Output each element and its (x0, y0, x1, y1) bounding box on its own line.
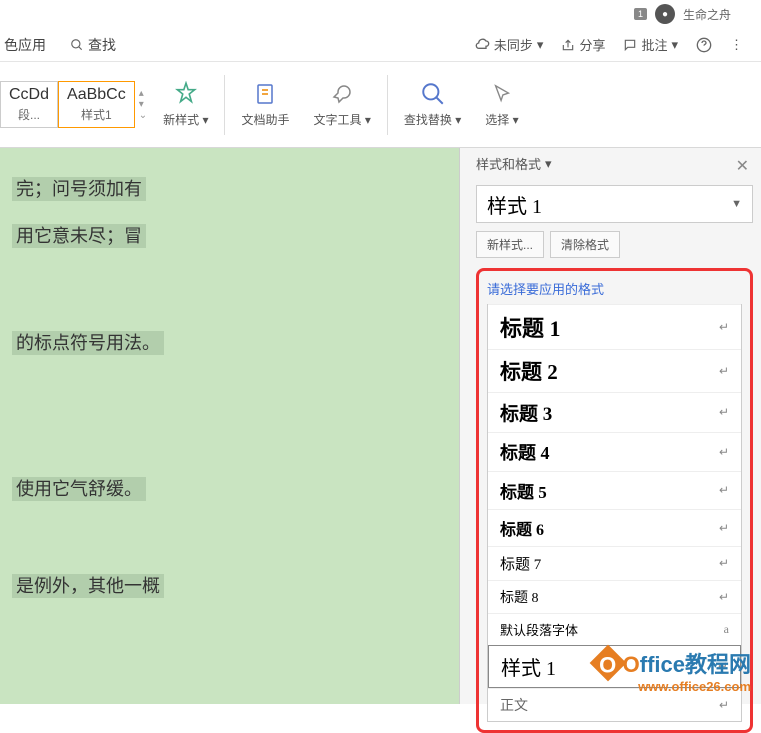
doc-helper-btn[interactable]: 文档助手 (229, 77, 301, 132)
select-btn[interactable]: 选择 ▾ (473, 77, 530, 132)
style-item-h4[interactable]: 标题 4↵ (488, 432, 741, 471)
style-name: 样式1 (67, 106, 126, 123)
style-item-h1[interactable]: 标题 1↵ (488, 304, 741, 349)
chevron-down-icon: ▾ (537, 37, 544, 53)
doc-text[interactable]: 完；问号须加有 (12, 177, 146, 201)
find-label: 查找 (88, 35, 116, 55)
search-icon (70, 38, 84, 52)
style-name: 段... (9, 106, 49, 123)
ribbon: CcDd 段... AaBbCc 样式1 ▴ ▾ ⌄ 新样式 ▾ 文档助手 文字… (0, 62, 761, 148)
clear-format-button[interactable]: 清除格式 (550, 231, 620, 258)
current-style-select[interactable]: 样式 1 ▼ (476, 185, 753, 223)
doc-helper-icon (252, 81, 278, 107)
style-item-h8[interactable]: 标题 8↵ (488, 580, 741, 613)
doc-helper-label: 文档助手 (241, 111, 289, 128)
doc-text[interactable]: 用它意未尽；冒 (12, 224, 146, 248)
style-item-default-font[interactable]: 默认段落字体a (488, 613, 741, 645)
new-style-btn[interactable]: 新样式 ▾ (151, 77, 220, 132)
document-canvas[interactable]: 完；问号须加有 用它意未尽；冒 的标点符号用法。 使用它气舒缓。 是例外，其他一… (0, 148, 460, 704)
chevron-down-icon[interactable]: ▾ (545, 156, 552, 172)
find-replace-icon (420, 81, 446, 107)
cloud-icon (474, 37, 490, 53)
new-style-icon (173, 81, 199, 107)
text-tool-btn[interactable]: 文字工具 ▾ (302, 77, 383, 132)
logo-icon (589, 645, 626, 682)
new-style-button[interactable]: 新样式... (476, 231, 544, 258)
style-preview: CcDd (9, 86, 49, 104)
text-tool-label: 文字工具 (314, 113, 362, 127)
style-gallery-item[interactable]: CcDd 段... (0, 81, 58, 128)
style-item-h2[interactable]: 标题 2↵ (488, 349, 741, 392)
share-label: 分享 (579, 35, 605, 54)
chevron-down-icon: ▼ (731, 198, 742, 210)
divider (224, 75, 225, 135)
comment-icon (623, 38, 637, 52)
username: 生命之舟 (683, 6, 731, 23)
share-btn[interactable]: 分享 (561, 35, 605, 54)
style-list-label: 请选择要应用的格式 (487, 279, 742, 298)
sync-btn[interactable]: 未同步 ▾ (474, 35, 544, 54)
toolbar: 色应用 查找 未同步 ▾ 分享 批注 ▾ ⋮ (0, 28, 761, 62)
watermark: Office教程网 www.office26.com (595, 646, 751, 694)
gallery-more-icon[interactable]: ⌄ (139, 110, 147, 121)
avatar[interactable]: ● (655, 4, 675, 24)
help-btn[interactable] (696, 37, 712, 53)
titlebar: 1 ● 生命之舟 (0, 0, 761, 28)
style-gallery-item-current[interactable]: AaBbCc 样式1 (58, 81, 135, 128)
style-item-h5[interactable]: 标题 5↵ (488, 471, 741, 509)
gallery-up-icon[interactable]: ▴ (139, 88, 147, 99)
comment-label: 批注 (641, 35, 667, 54)
doc-text[interactable]: 是例外，其他一概 (12, 574, 164, 598)
chevron-down-icon: ▾ (671, 37, 678, 53)
more-btn[interactable]: ⋮ (730, 37, 743, 53)
style-item-h7[interactable]: 标题 7↵ (488, 546, 741, 580)
scrollbar[interactable] (460, 148, 468, 704)
current-style-label: 样式 1 (487, 190, 542, 219)
sync-label: 未同步 (494, 35, 533, 54)
find-btn[interactable]: 查找 (70, 35, 116, 55)
help-icon (696, 37, 712, 53)
doc-text[interactable]: 的标点符号用法。 (12, 331, 164, 355)
gallery-down-icon[interactable]: ▾ (139, 99, 147, 110)
styles-panel: 样式和格式 ▾ ✕ 样式 1 ▼ 新样式... 清除格式 请选择要应用的格式 标… (468, 148, 761, 704)
panel-title: 样式和格式 ▾ (476, 154, 753, 173)
style-item-h3[interactable]: 标题 3↵ (488, 392, 741, 432)
find-replace-btn[interactable]: 查找替换 ▾ (392, 77, 473, 132)
share-icon (561, 38, 575, 52)
text-tool-icon (329, 81, 355, 107)
divider (387, 75, 388, 135)
cursor-icon (489, 81, 515, 107)
style-item-h6[interactable]: 标题 6↵ (488, 509, 741, 546)
tag-badge: 1 (634, 8, 647, 20)
new-style-label: 新样式 (163, 113, 199, 127)
close-icon[interactable]: ✕ (736, 156, 749, 176)
comment-btn[interactable]: 批注 ▾ (623, 35, 678, 54)
watermark-url: www.office26.com (595, 679, 751, 694)
app-color-btn[interactable]: 色应用 (4, 35, 46, 55)
find-replace-label: 查找替换 (404, 113, 452, 127)
select-label: 选择 (485, 113, 509, 127)
style-preview: AaBbCc (67, 86, 126, 104)
doc-text[interactable]: 使用它气舒缓。 (12, 477, 146, 501)
